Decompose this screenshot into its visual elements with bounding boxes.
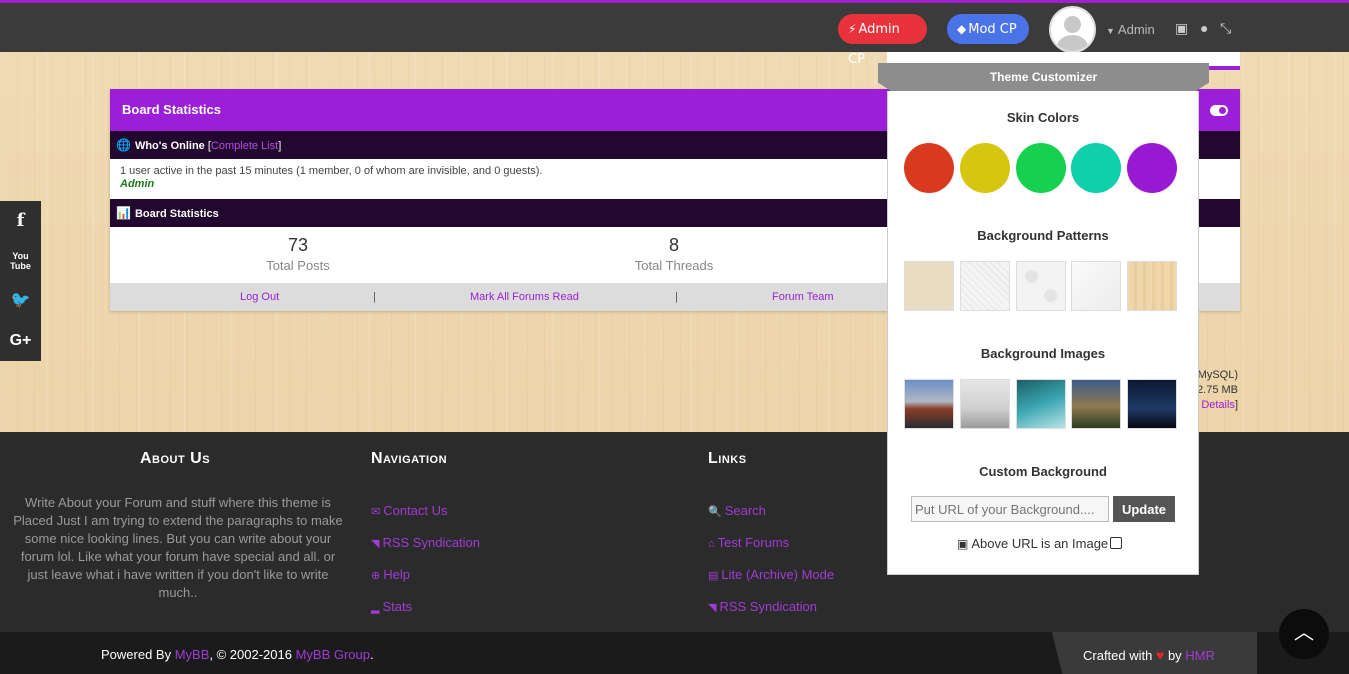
top-header: ⚡ Admin CP ◆ Mod CP ▼ Admin ▣ ● ⤡ bbox=[0, 0, 1349, 67]
signal-icon: ▂ bbox=[371, 602, 380, 614]
background-image-landscape[interactable] bbox=[1071, 379, 1121, 429]
compress-icon[interactable]: ⤡ bbox=[1220, 20, 1231, 37]
footer-link-test-forums[interactable]: ⌂ Test Forums bbox=[708, 535, 789, 550]
author-link[interactable]: HMR bbox=[1185, 648, 1215, 663]
chevron-up-icon: ︿ bbox=[1294, 622, 1314, 644]
background-image-city[interactable] bbox=[904, 379, 954, 429]
image-url-checkbox-row: ▣ Above URL is an Image bbox=[957, 536, 1123, 551]
background-images-title: Background Images bbox=[980, 346, 1106, 361]
skin-color-green[interactable] bbox=[1016, 143, 1066, 193]
pattern-option-hexagon[interactable] bbox=[1016, 261, 1066, 311]
envelope-icon: ✉ bbox=[371, 506, 381, 518]
pattern-option-wood[interactable] bbox=[1127, 261, 1177, 311]
skin-color-yellow[interactable] bbox=[960, 143, 1010, 193]
skin-color-red[interactable] bbox=[904, 143, 954, 193]
details-link[interactable]: Details bbox=[1201, 399, 1235, 411]
skin-color-teal[interactable] bbox=[1071, 143, 1121, 193]
image-icon[interactable]: ▣ bbox=[1175, 20, 1188, 37]
log-out-link[interactable]: Log Out bbox=[240, 283, 279, 311]
chevron-down-icon: ▼ bbox=[1106, 26, 1115, 36]
background-image-desk[interactable] bbox=[960, 379, 1010, 429]
stat-total-threads: 8 Total Threads bbox=[634, 235, 714, 273]
pattern-option-diamond[interactable] bbox=[960, 261, 1010, 311]
gavel-icon: ◆ bbox=[957, 22, 967, 36]
background-patterns-title: Background Patterns bbox=[977, 228, 1109, 243]
rss-icon: ◥ bbox=[371, 538, 380, 550]
social-sidebar: f You Tube 🐦 G+ bbox=[0, 201, 41, 361]
footer-link-help[interactable]: ⊕ Help bbox=[371, 567, 410, 582]
facebook-icon[interactable]: f bbox=[0, 201, 41, 241]
background-url-input[interactable] bbox=[911, 496, 1109, 522]
mybb-link[interactable]: MyBB bbox=[175, 647, 210, 662]
heart-icon: ♥ bbox=[1156, 647, 1165, 663]
pattern-option-light[interactable] bbox=[1071, 261, 1121, 311]
bar-chart-icon: 📊 bbox=[116, 206, 131, 220]
youtube-icon[interactable]: You Tube bbox=[0, 241, 41, 281]
user-menu[interactable]: ▼ Admin bbox=[1106, 22, 1155, 37]
stat-total-posts: 73 Total Posts bbox=[266, 235, 330, 273]
mark-forums-read-link[interactable]: Mark All Forums Read bbox=[470, 283, 579, 311]
home-icon: ⌂ bbox=[708, 538, 715, 550]
crafted-with: Crafted with ♥ by HMR bbox=[1083, 647, 1215, 663]
theme-customizer-tab[interactable]: Theme Customizer bbox=[878, 63, 1209, 91]
mod-cp-button[interactable]: ◆ Mod CP bbox=[947, 14, 1029, 44]
custom-background-title: Custom Background bbox=[979, 464, 1107, 479]
google-plus-icon[interactable]: G+ bbox=[0, 321, 41, 361]
droplet-icon[interactable]: ● bbox=[1200, 20, 1208, 36]
forum-team-link[interactable]: Forum Team bbox=[772, 283, 834, 311]
picture-icon: ▣ bbox=[957, 537, 969, 551]
about-us-text: Write About your Forum and stuff where t… bbox=[13, 495, 343, 600]
theme-customizer-panel: Skin Colors Background Patterns Backgrou… bbox=[887, 91, 1199, 575]
globe-icon: 🌐 bbox=[116, 138, 131, 152]
scroll-to-top-button[interactable]: ︿ bbox=[1279, 609, 1329, 659]
footer-link-contact-us[interactable]: ✉ Contact Us bbox=[371, 503, 448, 518]
twitter-icon[interactable]: 🐦 bbox=[0, 281, 41, 321]
footer-link-search[interactable]: 🔍 Search bbox=[708, 503, 766, 518]
footer-link-stats[interactable]: ▂ Stats bbox=[371, 599, 412, 614]
powered-by: Powered By MyBB, © 2002-2016 MyBB Group. bbox=[101, 647, 374, 662]
footer-link-rss-syndication[interactable]: ◥ RSS Syndication bbox=[371, 535, 480, 550]
background-image-cablecar[interactable] bbox=[1016, 379, 1066, 429]
navigation-heading: Navigation bbox=[371, 450, 448, 467]
user-avatar[interactable] bbox=[1049, 6, 1096, 53]
mybb-group-link[interactable]: MyBB Group bbox=[296, 647, 370, 662]
complete-list-link[interactable]: Complete List bbox=[211, 140, 278, 152]
search-icon: 🔍 bbox=[708, 506, 722, 518]
bolt-icon: ⚡ bbox=[848, 22, 857, 36]
about-us-heading: About Us bbox=[140, 450, 211, 467]
links-heading: Links bbox=[708, 450, 747, 467]
skin-colors-title: Skin Colors bbox=[1006, 110, 1080, 125]
admin-cp-button[interactable]: ⚡ Admin CP bbox=[838, 14, 927, 67]
update-button[interactable]: Update bbox=[1113, 496, 1175, 522]
pattern-option-beige[interactable] bbox=[904, 261, 954, 311]
life-ring-icon: ⊕ bbox=[371, 570, 381, 582]
background-image-night[interactable] bbox=[1127, 379, 1177, 429]
rss-icon: ◥ bbox=[708, 602, 717, 614]
archive-icon: ▤ bbox=[708, 570, 719, 582]
image-url-checkbox[interactable] bbox=[1110, 537, 1123, 549]
footer-link-lite-mode[interactable]: ▤ Lite (Archive) Mode bbox=[708, 567, 834, 582]
bottom-bar: Powered By MyBB, © 2002-2016 MyBB Group.… bbox=[0, 632, 1349, 674]
footer-link-rss-syndication-2[interactable]: ◥ RSS Syndication bbox=[708, 599, 817, 614]
skin-color-purple[interactable] bbox=[1127, 143, 1177, 193]
collapse-toggle-icon[interactable] bbox=[1210, 105, 1228, 116]
